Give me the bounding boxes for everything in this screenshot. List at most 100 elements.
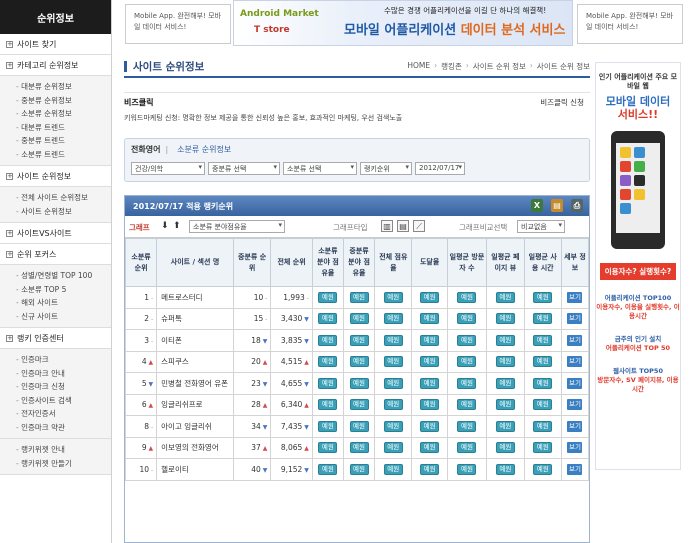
sidebar-item[interactable]: 사이트 순위정보 bbox=[16, 205, 111, 219]
metric-cell[interactable]: 예원 bbox=[342, 458, 376, 481]
site-name-cell[interactable]: 슈퍼톡 bbox=[156, 307, 234, 330]
metric-cell[interactable]: 예원 bbox=[342, 307, 376, 330]
metric-button[interactable]: 예원 bbox=[349, 442, 369, 454]
site-name-cell[interactable]: 메트로스터디 bbox=[156, 286, 234, 309]
metric-button[interactable]: 예원 bbox=[318, 442, 338, 454]
metric-button[interactable]: 예원 bbox=[349, 334, 369, 346]
metric-button[interactable]: 예원 bbox=[349, 356, 369, 368]
metric-cell[interactable]: 예원 bbox=[446, 458, 488, 481]
print-icon[interactable]: ⎙ bbox=[571, 199, 583, 212]
metric-button[interactable]: 예원 bbox=[495, 313, 515, 325]
sidebar-section[interactable]: + 사이트 순위정보 bbox=[0, 166, 111, 187]
metric-cell[interactable]: 예원 bbox=[411, 372, 448, 395]
metric-button[interactable]: 예원 bbox=[420, 334, 440, 346]
metric-button[interactable]: 예원 bbox=[318, 313, 338, 325]
metric-button[interactable]: 예원 bbox=[533, 334, 553, 346]
site-name-cell[interactable]: 이보영의 전화영어 bbox=[156, 436, 234, 459]
column-header[interactable]: 중분류 순위 bbox=[232, 238, 272, 287]
site-name-cell[interactable]: 스피쿠스 bbox=[156, 350, 234, 373]
column-header[interactable]: 일평균 페이지 뷰 bbox=[486, 238, 525, 287]
expand-icon[interactable]: + bbox=[6, 40, 13, 48]
metric-button[interactable]: 예원 bbox=[420, 399, 440, 411]
metric-button[interactable]: 예원 bbox=[533, 291, 553, 303]
metric-cell[interactable]: 예원 bbox=[342, 329, 376, 352]
metric-button[interactable]: 예원 bbox=[318, 356, 338, 368]
metric-button[interactable]: 예원 bbox=[533, 313, 553, 325]
metric-button[interactable]: 예원 bbox=[420, 313, 440, 325]
metric-cell[interactable]: 예원 bbox=[446, 436, 488, 459]
sidebar-section[interactable]: + 카테고리 순위정보 bbox=[0, 55, 111, 76]
sidebar-item[interactable]: 인증마크 약관 bbox=[16, 421, 111, 435]
metric-cell[interactable]: 예원 bbox=[411, 329, 448, 352]
metric-button[interactable]: 예원 bbox=[495, 420, 515, 432]
metric-button[interactable]: 예원 bbox=[383, 420, 403, 432]
metric-button[interactable]: 예원 bbox=[495, 442, 515, 454]
metric-cell[interactable]: 예원 bbox=[411, 436, 448, 459]
compare-select[interactable]: 비교없음 bbox=[517, 220, 565, 233]
metric-cell[interactable]: 예원 bbox=[311, 372, 344, 395]
column-header[interactable]: 전체 순위 bbox=[270, 238, 313, 287]
category-rank-link[interactable]: 소분류 순위정보 bbox=[177, 145, 231, 154]
metric-cell[interactable]: 예원 bbox=[523, 415, 562, 438]
metric-cell[interactable]: 예원 bbox=[311, 286, 344, 309]
sidebar-item[interactable]: 인증마크 안내 bbox=[16, 367, 111, 381]
metric-button[interactable]: 예원 bbox=[349, 291, 369, 303]
metric-button[interactable]: 예원 bbox=[457, 420, 477, 432]
sidebar-item[interactable]: 랭키위젯 만들기 bbox=[16, 457, 111, 471]
metric-cell[interactable]: 예원 bbox=[486, 286, 525, 309]
site-name-cell[interactable]: 헬로이티 bbox=[156, 458, 234, 481]
detail-button[interactable]: 보기 bbox=[567, 334, 583, 346]
metric-button[interactable]: 예원 bbox=[457, 356, 477, 368]
right-ad[interactable]: 인기 어플리케이션 주요 모바일 웹 모바일 데이터 서비스!! 이용자수? 실… bbox=[595, 62, 681, 470]
sidebar-section[interactable]: + 사이트VS사이트 bbox=[0, 223, 111, 244]
right-ad-list-item[interactable]: 웹사이트 TOP50 방문자수, SV 페이지뷰, 이용시간 bbox=[596, 367, 680, 394]
excel-icon[interactable]: X bbox=[531, 199, 543, 212]
metric-cell[interactable]: 예원 bbox=[486, 393, 525, 416]
detail-button[interactable]: 보기 bbox=[567, 399, 583, 411]
metric-button[interactable]: 예원 bbox=[533, 377, 553, 389]
metric-button[interactable]: 예원 bbox=[495, 463, 515, 475]
metric-cell[interactable]: 예원 bbox=[411, 458, 448, 481]
top-banner[interactable]: Android Market T store 수많은 경쟁 어플리케이션을 이길… bbox=[233, 0, 573, 46]
detail-button[interactable]: 보기 bbox=[567, 377, 583, 389]
metric-cell[interactable]: 예원 bbox=[374, 458, 413, 481]
metric-button[interactable]: 예원 bbox=[383, 399, 403, 411]
sidebar-section[interactable]: + 사이트 찾기 bbox=[0, 34, 111, 55]
metric-button[interactable]: 예원 bbox=[420, 377, 440, 389]
sidebar-item[interactable]: 인증마크 신청 bbox=[16, 380, 111, 394]
sidebar-item[interactable]: 인증사이트 검색 bbox=[16, 394, 111, 408]
sidebar-item[interactable]: 대분류 순위정보 bbox=[16, 80, 111, 94]
metric-button[interactable]: 예원 bbox=[383, 463, 403, 475]
column-header[interactable]: 중분류 분야 점유율 bbox=[342, 238, 376, 287]
metric-cell[interactable]: 예원 bbox=[486, 329, 525, 352]
column-header[interactable]: 사이트 / 섹션 명 bbox=[156, 238, 234, 287]
metric-cell[interactable]: 예원 bbox=[446, 307, 488, 330]
sidebar-item[interactable]: 중분류 트렌드 bbox=[16, 134, 111, 148]
detail-button[interactable]: 보기 bbox=[567, 420, 583, 432]
metric-button[interactable]: 예원 bbox=[318, 420, 338, 432]
metric-button[interactable]: 예원 bbox=[420, 442, 440, 454]
metric-cell[interactable]: 예원 bbox=[342, 415, 376, 438]
metric-cell[interactable]: 예원 bbox=[311, 307, 344, 330]
metric-button[interactable]: 예원 bbox=[495, 377, 515, 389]
metric-cell[interactable]: 예원 bbox=[311, 436, 344, 459]
site-name-cell[interactable]: 민병철 전화영어 유폰 bbox=[156, 372, 234, 395]
metric-button[interactable]: 예원 bbox=[349, 377, 369, 389]
metric-button[interactable]: 예원 bbox=[420, 420, 440, 432]
metric-cell[interactable]: 예원 bbox=[311, 393, 344, 416]
detail-cell[interactable]: 보기 bbox=[560, 329, 589, 352]
metric-cell[interactable]: 예원 bbox=[486, 307, 525, 330]
metric-cell[interactable]: 예원 bbox=[374, 307, 413, 330]
expand-icon[interactable]: + bbox=[6, 229, 13, 237]
metric-cell[interactable]: 예원 bbox=[486, 372, 525, 395]
metric-button[interactable]: 예원 bbox=[318, 291, 338, 303]
metric-cell[interactable]: 예원 bbox=[411, 286, 448, 309]
metric-cell[interactable]: 예원 bbox=[374, 393, 413, 416]
site-name-cell[interactable]: 잉글리쉬프로 bbox=[156, 393, 234, 416]
sidebar-section[interactable]: + 랭키 인증센터 bbox=[0, 328, 111, 349]
right-ad-list-item[interactable]: 금주의 인기 설치 어플리케이션 TOP 50 bbox=[596, 335, 680, 353]
detail-button[interactable]: 보기 bbox=[567, 463, 583, 475]
metric-cell[interactable]: 예원 bbox=[523, 350, 562, 373]
metric-button[interactable]: 예원 bbox=[457, 377, 477, 389]
column-header[interactable]: 소분류 순위 bbox=[125, 238, 158, 287]
